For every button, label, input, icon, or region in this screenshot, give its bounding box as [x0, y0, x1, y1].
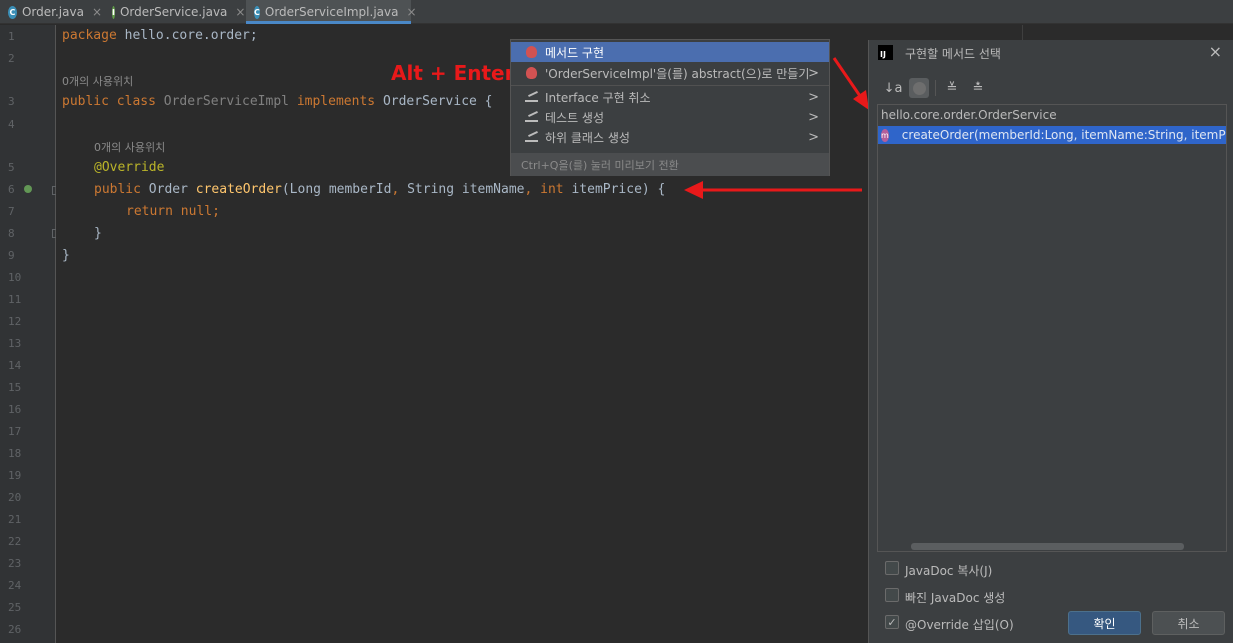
method-signature: createOrder(memberId:Long, itemName:Stri…: [901, 128, 1227, 142]
popup-item-unimplement-interface[interactable]: Interface 구현 취소 >: [511, 87, 829, 107]
select-methods-dialog: IJ 구현할 메서드 선택 × ↓a ≚ ≛ hello.core.order.…: [868, 40, 1233, 643]
cancel-button[interactable]: 취소: [1152, 611, 1225, 635]
method-icon: m: [881, 128, 889, 142]
close-icon[interactable]: ×: [1209, 42, 1222, 61]
chevron-right-icon: >: [808, 129, 819, 145]
insert-override-label[interactable]: @Override 삽입(O): [905, 616, 1014, 633]
popup-item-label: 테스트 생성: [545, 110, 605, 125]
pencil-icon: [524, 90, 538, 104]
bulb-icon: [524, 45, 538, 59]
popup-item-label: 메서드 구현: [545, 45, 605, 60]
pencil-icon: [524, 130, 538, 144]
chevron-right-icon: >: [808, 109, 819, 125]
dialog-title: 구현할 메서드 선택: [905, 47, 1001, 61]
arrow-to-dialog: [832, 57, 869, 110]
dialog-title-bar[interactable]: IJ 구현할 메서드 선택 ×: [869, 40, 1233, 66]
show-classes-toggle-icon[interactable]: [909, 78, 929, 98]
copy-javadoc-label[interactable]: JavaDoc 복사(J): [905, 562, 992, 579]
generate-javadoc-checkbox[interactable]: [885, 588, 899, 602]
chevron-right-icon: >: [808, 65, 819, 81]
pencil-icon: [524, 110, 538, 124]
dialog-toolbar: ↓a ≚ ≛: [883, 78, 988, 98]
divider: [935, 80, 936, 96]
insert-override-checkbox[interactable]: ✓: [885, 615, 899, 629]
tree-node-method-selected[interactable]: m createOrder(memberId:Long, itemName:St…: [878, 126, 1226, 144]
expand-all-icon[interactable]: ≚: [942, 78, 962, 98]
popup-item-create-test[interactable]: 테스트 생성 >: [511, 107, 829, 127]
popup-item-label: Interface 구현 취소: [545, 90, 651, 105]
arrow-to-method: [684, 181, 862, 199]
horizontal-scrollbar[interactable]: [911, 543, 1184, 550]
popup-item-implement-methods[interactable]: 메서드 구현: [511, 42, 829, 62]
popup-footer-hint: Ctrl+Q을(를) 눌러 미리보기 전환: [511, 153, 829, 176]
divider: [511, 85, 829, 86]
sort-alphabetically-icon[interactable]: ↓a: [883, 78, 903, 98]
ok-button[interactable]: 확인: [1068, 611, 1141, 635]
methods-tree[interactable]: hello.core.order.OrderService m createOr…: [877, 104, 1227, 552]
intellij-logo-icon: IJ: [878, 45, 893, 60]
popup-item-label: 'OrderServiceImpl'을(를) abstract(으)로 만들기: [545, 66, 810, 81]
tree-node-interface[interactable]: hello.core.order.OrderService: [881, 108, 1057, 122]
intention-actions-popup: 메서드 구현 'OrderServiceImpl'을(를) abstract(으…: [510, 39, 830, 176]
popup-item-make-abstract[interactable]: 'OrderServiceImpl'을(를) abstract(으)로 만들기 …: [511, 63, 829, 83]
copy-javadoc-checkbox[interactable]: [885, 561, 899, 575]
popup-item-create-subclass[interactable]: 하위 클래스 생성 >: [511, 127, 829, 147]
popup-item-label: 하위 클래스 생성: [545, 130, 630, 145]
collapse-all-icon[interactable]: ≛: [968, 78, 988, 98]
chevron-right-icon: >: [808, 89, 819, 105]
generate-javadoc-label[interactable]: 빠진 JavaDoc 생성: [905, 589, 1005, 606]
bulb-icon: [524, 66, 538, 80]
